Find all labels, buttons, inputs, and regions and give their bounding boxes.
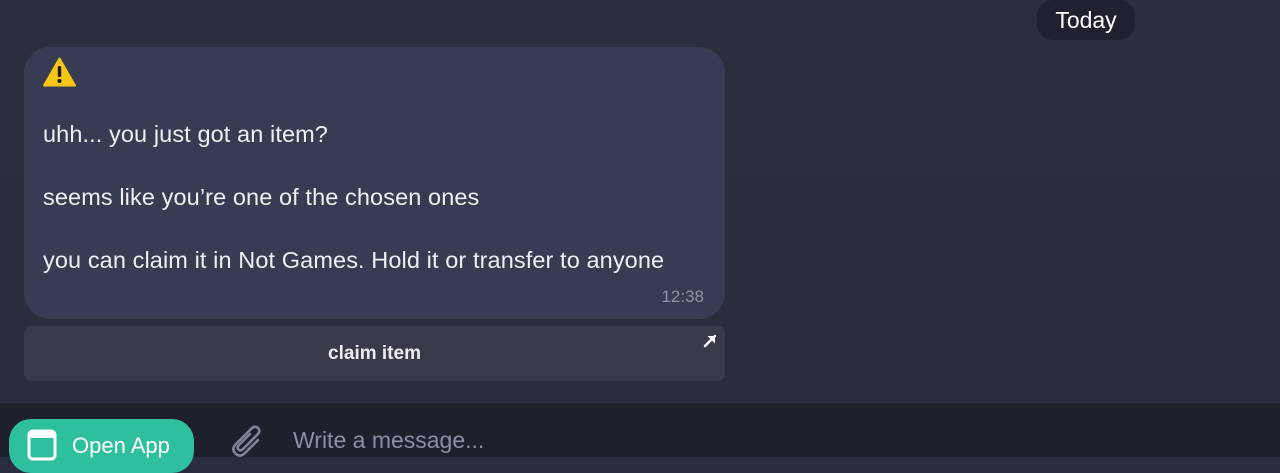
claim-item-button[interactable]: claim item <box>24 326 725 381</box>
paperclip-icon[interactable] <box>223 419 263 459</box>
chat-area: Today uhh... you just got an item? seems… <box>0 0 1280 403</box>
message-input[interactable] <box>293 425 1193 455</box>
open-app-label: Open App <box>72 433 170 458</box>
message-text-line: uhh... you just got an item? <box>43 121 328 147</box>
app-window-icon <box>27 429 57 461</box>
open-app-button[interactable]: Open App <box>9 419 194 473</box>
message-text-line: you can claim it in Not Games. Hold it o… <box>43 247 665 273</box>
warning-icon <box>43 57 76 87</box>
message-composer: Open App <box>0 403 1280 473</box>
message-text-line: seems like you’re one of the chosen ones <box>43 184 480 210</box>
date-separator-label: Today <box>1055 6 1117 33</box>
date-separator: Today <box>1037 0 1135 40</box>
external-link-arrow-icon <box>703 334 717 348</box>
claim-item-button-label: claim item <box>328 342 421 364</box>
message-timestamp: 12:38 <box>661 287 704 306</box>
message-bubble <box>24 47 725 319</box>
